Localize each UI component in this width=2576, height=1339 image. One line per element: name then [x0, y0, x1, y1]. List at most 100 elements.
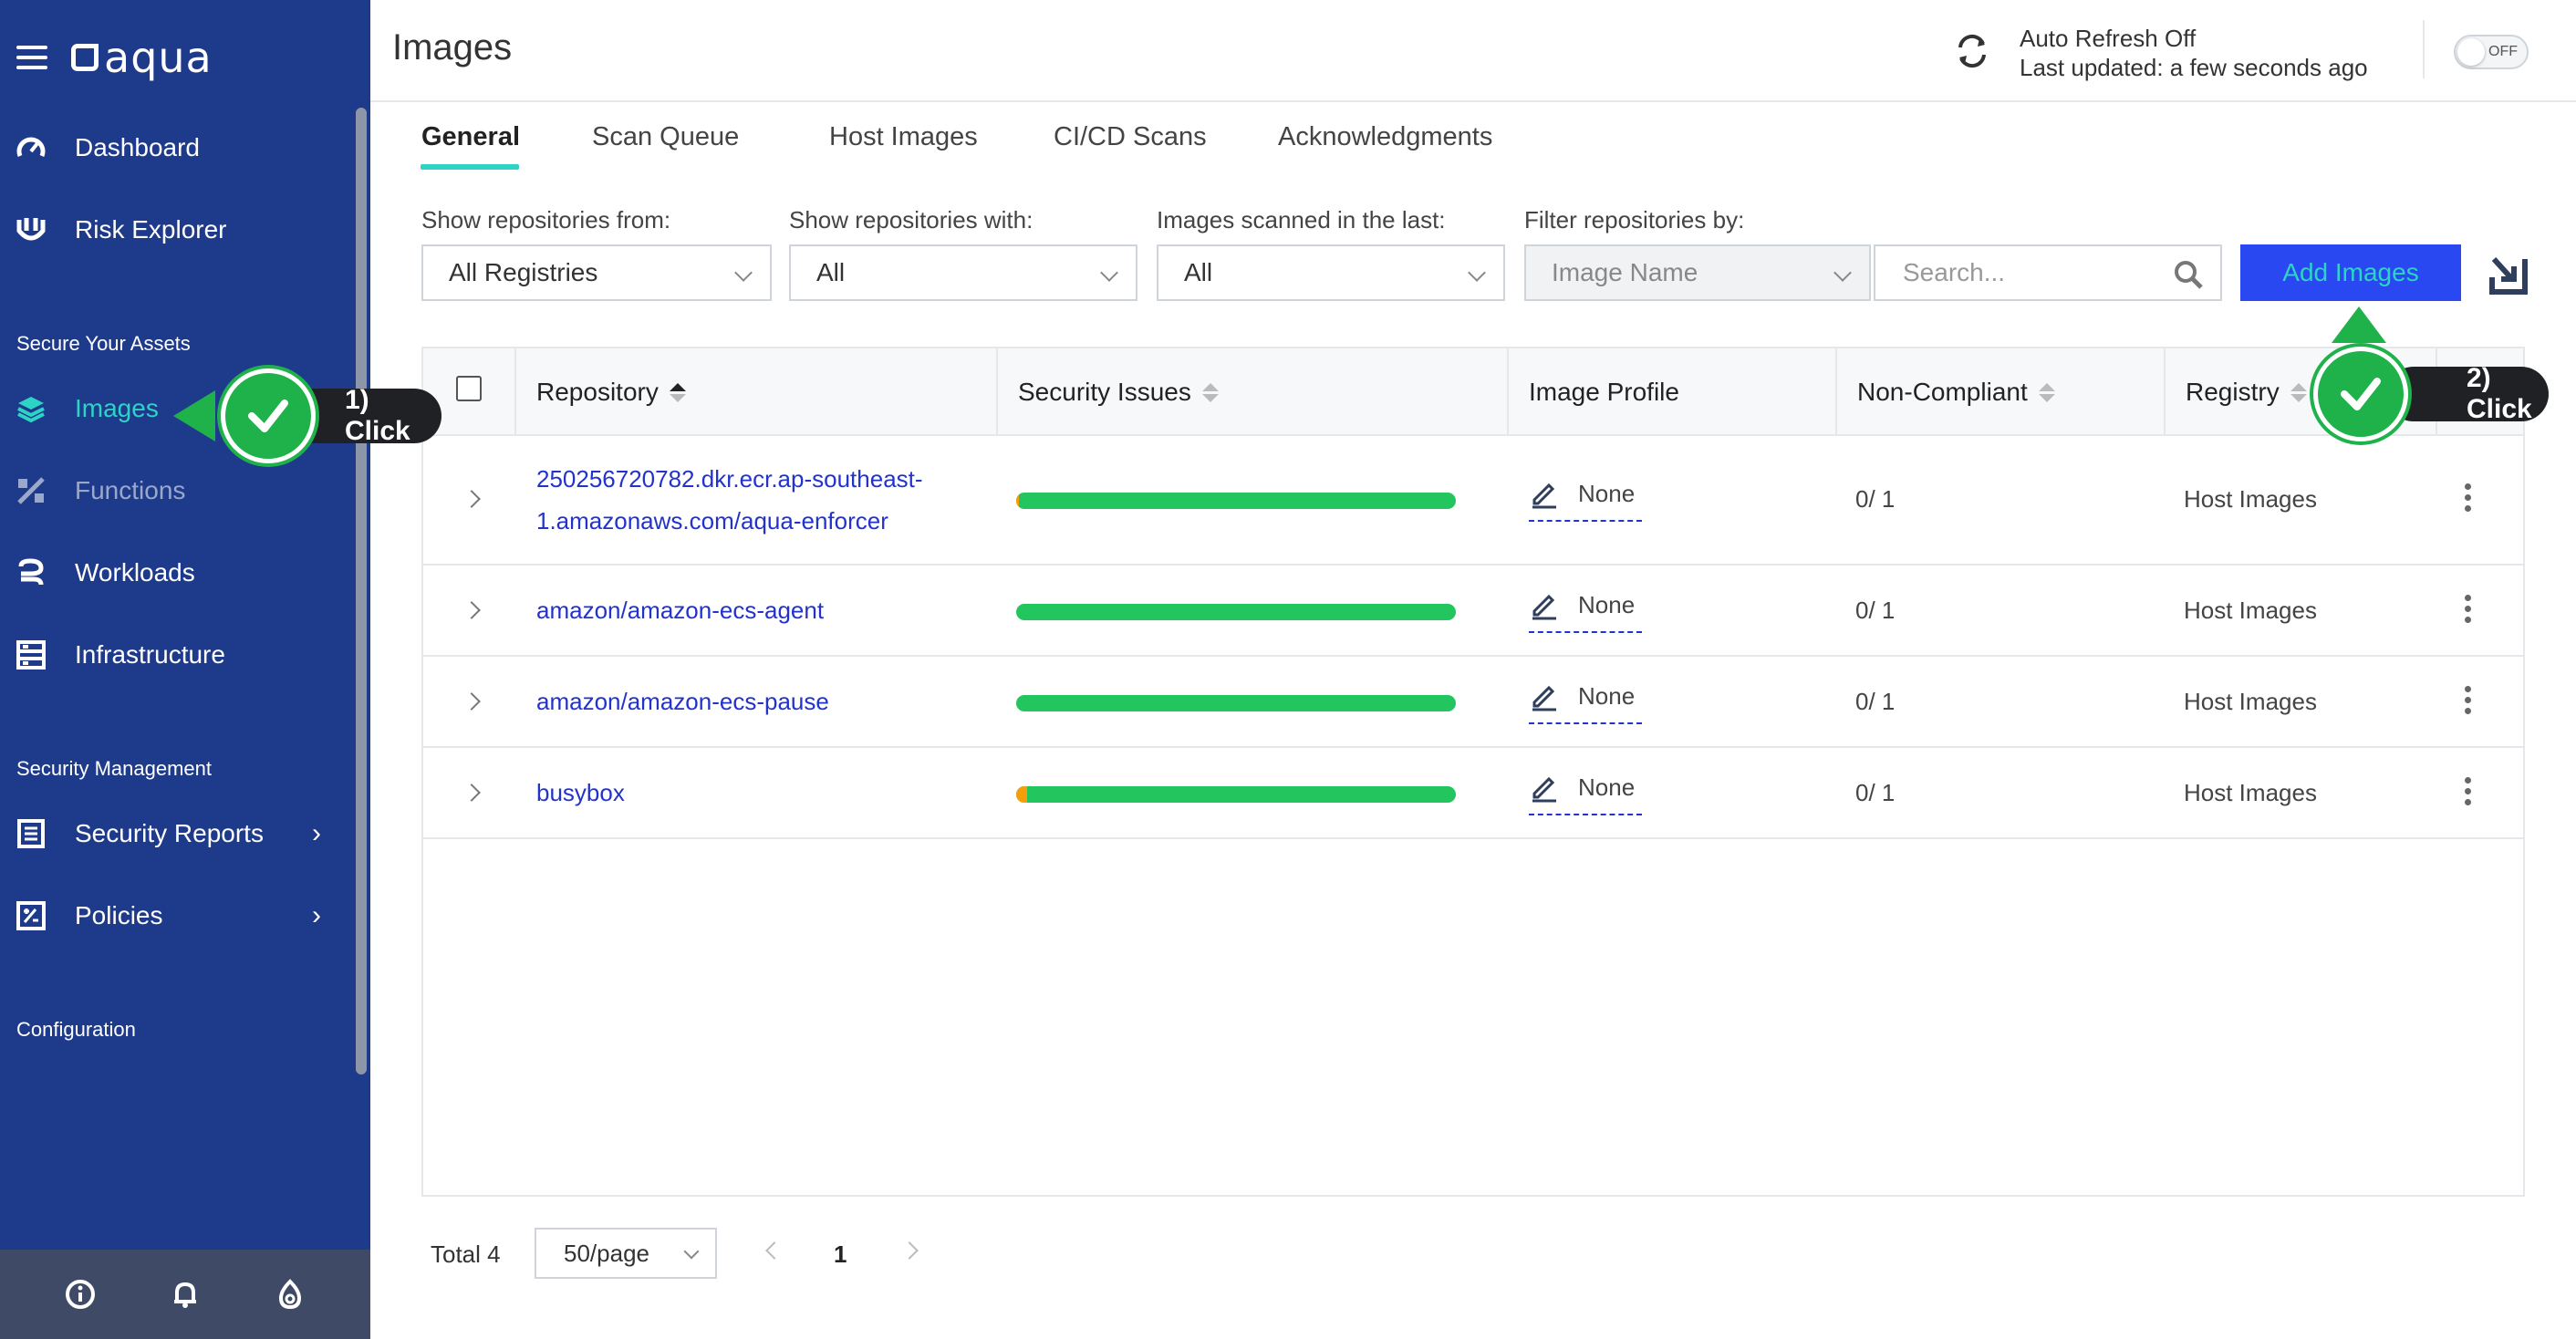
profile-dashed-underline	[1529, 631, 1642, 633]
sidebar-item-workloads[interactable]: Workloads	[0, 545, 347, 600]
page-title: Images	[392, 27, 513, 67]
tab-acknowledgments[interactable]: Acknowledgments	[1278, 122, 1492, 152]
repository-link[interactable]: amazon/amazon-ecs-agent	[536, 589, 824, 631]
section-label-configuration: Configuration	[16, 1018, 136, 1041]
more-options-icon[interactable]	[2465, 686, 2472, 714]
tab-general[interactable]: General	[421, 122, 520, 152]
chevron-down-icon	[1468, 264, 1486, 282]
table-row[interactable]: amazon/amazon-ecs-pause None 0/ 1 Host I…	[423, 657, 2523, 748]
help-flame-icon[interactable]	[274, 1278, 306, 1311]
registry-value: Host Images	[2184, 597, 2317, 624]
hamburger-menu-icon[interactable]	[16, 46, 47, 69]
export-icon[interactable]	[2488, 252, 2529, 296]
sort-icon	[2290, 382, 2307, 402]
workloads-icon	[15, 556, 47, 589]
image-profile[interactable]: None	[1529, 589, 1635, 620]
profile-dashed-underline	[1529, 520, 1642, 522]
search-icon[interactable]	[2173, 259, 2204, 290]
functions-icon	[15, 474, 47, 507]
brand: aqua	[16, 33, 213, 82]
checkmark-icon	[2313, 347, 2408, 441]
search-input[interactable]: Search...	[1874, 244, 2222, 301]
speedometer-icon	[15, 131, 47, 164]
chevron-down-icon	[734, 264, 753, 282]
column-non-compliant[interactable]: Non-Compliant	[1835, 348, 2055, 436]
auto-refresh-label: Auto Refresh Off	[2020, 25, 2197, 52]
sidebar-item-label: Functions	[75, 476, 186, 504]
with-select[interactable]: All	[789, 244, 1137, 301]
repository-link[interactable]: busybox	[536, 772, 625, 814]
sort-icon	[2038, 382, 2055, 402]
section-label-assets: Secure Your Assets	[16, 332, 191, 355]
select-value: 50/page	[564, 1239, 649, 1267]
annotation-label: 2) Click	[2386, 363, 2549, 424]
sidebar-item-infrastructure[interactable]: Infrastructure	[0, 628, 347, 682]
toggle-label: OFF	[2488, 44, 2518, 59]
chevron-right-icon: ›	[312, 900, 321, 930]
logo-text: aqua	[104, 33, 213, 82]
tab-cicd-scans[interactable]: CI/CD Scans	[1054, 122, 1207, 152]
table-row[interactable]: amazon/amazon-ecs-agent None 0/ 1 Host I…	[423, 566, 2523, 657]
info-icon[interactable]	[64, 1278, 97, 1311]
table-row[interactable]: 250256720782.dkr.ecr.ap-southeast- 1.ama…	[423, 436, 2523, 566]
edit-pen-icon	[1532, 776, 1556, 803]
column-registry[interactable]: Registry	[2164, 348, 2307, 436]
security-issues-bar	[1016, 695, 1456, 711]
select-value: All	[1184, 258, 1213, 286]
security-issues-bar	[1016, 493, 1456, 509]
refresh-status: Auto Refresh Off Last updated: a few sec…	[2020, 24, 2368, 82]
registries-filter-label: Show repositories from:	[421, 206, 671, 234]
chevron-right-icon[interactable]	[462, 490, 481, 508]
bell-icon[interactable]	[169, 1278, 202, 1311]
sidebar-scrollbar[interactable]	[356, 108, 367, 1074]
header-divider	[2423, 20, 2425, 78]
tab-host-images[interactable]: Host Images	[829, 122, 978, 152]
chevron-right-icon[interactable]	[462, 784, 481, 802]
sidebar-item-functions[interactable]: Functions	[0, 463, 347, 518]
repository-link[interactable]: 250256720782.dkr.ecr.ap-southeast- 1.ama…	[536, 458, 923, 542]
filter-by-select[interactable]: Image Name	[1524, 244, 1871, 301]
column-repository[interactable]: Repository	[514, 348, 686, 436]
chevron-down-icon	[1833, 264, 1852, 282]
table-row[interactable]: busybox None 0/ 1 Host Images	[423, 748, 2523, 839]
infrastructure-icon	[15, 638, 47, 671]
next-page-icon[interactable]	[900, 1241, 919, 1260]
sidebar-item-risk-explorer[interactable]: Risk Explorer	[0, 202, 347, 257]
issues-orange-segment	[1016, 786, 1028, 803]
image-profile[interactable]: None	[1529, 680, 1635, 711]
column-label: Security Issues	[1018, 378, 1191, 406]
repository-name-line: 1.amazonaws.com/aqua-enforcer	[536, 507, 888, 535]
image-profile[interactable]: None	[1529, 772, 1635, 803]
refresh-icon[interactable]	[1952, 31, 1992, 71]
tab-scan-queue[interactable]: Scan Queue	[592, 122, 739, 152]
select-all-checkbox[interactable]	[456, 376, 482, 401]
repository-link[interactable]: amazon/amazon-ecs-pause	[536, 680, 829, 722]
column-image-profile: Image Profile	[1507, 348, 1679, 436]
chevron-right-icon[interactable]	[462, 692, 481, 711]
more-options-icon[interactable]	[2465, 777, 2472, 805]
security-issues-bar	[1016, 604, 1456, 620]
column-security-issues[interactable]: Security Issues	[996, 348, 1219, 436]
add-images-button[interactable]: Add Images	[2240, 244, 2461, 301]
sidebar-item-policies[interactable]: Policies ›	[0, 888, 347, 943]
scanned-select[interactable]: All	[1157, 244, 1505, 301]
image-profile[interactable]: None	[1529, 478, 1635, 509]
page-size-select[interactable]: 50/page	[535, 1228, 717, 1279]
aqua-logo[interactable]: aqua	[71, 33, 213, 82]
sidebar-item-security-reports[interactable]: Security Reports ›	[0, 806, 347, 861]
auto-refresh-toggle[interactable]: OFF	[2454, 35, 2529, 69]
registries-select[interactable]: All Registries	[421, 244, 772, 301]
column-label: Registry	[2186, 378, 2280, 406]
current-page-number[interactable]: 1	[834, 1240, 847, 1269]
chevron-right-icon[interactable]	[462, 601, 481, 619]
non-compliant-value: 0/ 1	[1855, 597, 1896, 624]
sidebar-item-dashboard[interactable]: Dashboard	[0, 120, 347, 175]
profile-dashed-underline	[1529, 814, 1642, 815]
profile-value: None	[1578, 681, 1636, 710]
prev-page-icon[interactable]	[765, 1241, 784, 1260]
non-compliant-value: 0/ 1	[1855, 779, 1896, 806]
with-filter-label: Show repositories with:	[789, 206, 1034, 234]
more-options-icon[interactable]	[2465, 595, 2472, 623]
more-options-icon[interactable]	[2465, 483, 2472, 512]
sidebar-footer	[0, 1250, 370, 1339]
